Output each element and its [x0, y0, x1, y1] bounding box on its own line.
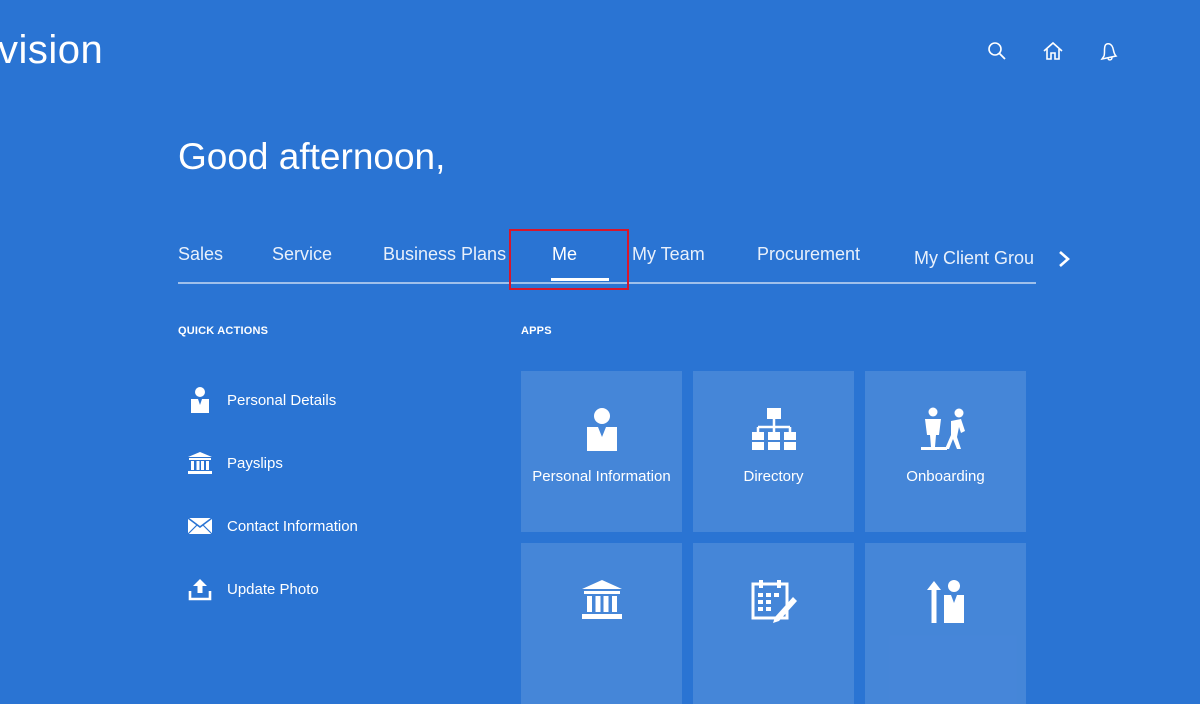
- app-tile-label: Onboarding: [906, 468, 985, 485]
- tab-my-client-group[interactable]: My Client Grou: [914, 244, 1036, 269]
- tab-business-plans[interactable]: Business Plans: [383, 244, 506, 265]
- tab-sales[interactable]: Sales: [178, 244, 223, 265]
- app-tile-label: Personal Information: [532, 468, 671, 485]
- quick-action-label: Update Photo: [227, 580, 319, 598]
- greeting-heading: Good afternoon,: [178, 136, 446, 177]
- app-tile-career[interactable]: [865, 543, 1026, 704]
- bank-icon: [521, 579, 682, 623]
- home-icon[interactable]: [1040, 38, 1066, 64]
- quick-action-update-photo[interactable]: Update Photo: [186, 569, 358, 609]
- header-actions: [984, 38, 1122, 64]
- envelope-icon: [186, 512, 214, 540]
- upload-icon: [186, 575, 214, 603]
- tab-my-team[interactable]: My Team: [632, 244, 705, 265]
- app-tile-personal-information[interactable]: Personal Information: [521, 371, 682, 532]
- career-icon: [865, 579, 1026, 623]
- onboarding-icon: [865, 407, 1026, 451]
- app-tile-directory[interactable]: Directory: [693, 371, 854, 532]
- app-tile-label: Directory: [743, 468, 804, 485]
- search-icon[interactable]: [984, 38, 1010, 64]
- bank-icon: [186, 449, 214, 477]
- app-tile-payslips[interactable]: [521, 543, 682, 704]
- quick-actions-list: Personal Details Payslips Contact Inform…: [186, 380, 358, 632]
- apps-title: APPS: [521, 325, 552, 337]
- quick-action-contact-information[interactable]: Contact Information: [186, 506, 358, 546]
- org-chart-icon: [693, 407, 854, 451]
- tab-procurement[interactable]: Procurement: [757, 244, 860, 265]
- quick-action-personal-details[interactable]: Personal Details: [186, 380, 358, 420]
- quick-actions-title: QUICK ACTIONS: [178, 325, 269, 337]
- quick-action-label: Contact Information: [227, 517, 358, 535]
- person-icon: [186, 386, 214, 414]
- quick-action-label: Payslips: [227, 454, 283, 472]
- chevron-right-icon[interactable]: [1054, 248, 1074, 270]
- calendar-edit-icon: [693, 579, 854, 623]
- tab-service[interactable]: Service: [272, 244, 332, 265]
- quick-action-payslips[interactable]: Payslips: [186, 443, 358, 483]
- bell-icon[interactable]: [1096, 38, 1122, 64]
- person-icon: [521, 407, 682, 451]
- quick-action-label: Personal Details: [227, 391, 337, 409]
- tab-my-client-group-wrap: My Client Grou: [914, 244, 1036, 269]
- app-logo[interactable]: vision: [0, 28, 103, 73]
- app-tile-calendar[interactable]: [693, 543, 854, 704]
- app-tile-onboarding[interactable]: Onboarding: [865, 371, 1026, 532]
- annotation-highlight-box: [509, 229, 629, 290]
